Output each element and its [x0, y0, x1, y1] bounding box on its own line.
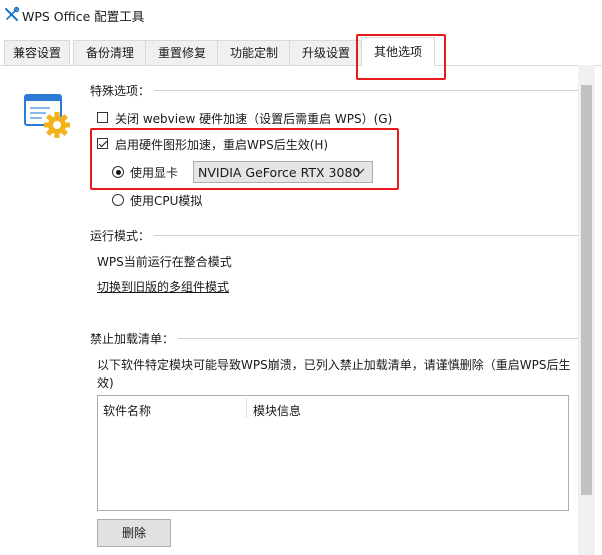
divider	[90, 90, 578, 91]
hw-accel-label: 启用硬件图形加速，重启WPS后生效(H)	[115, 138, 329, 152]
blocklist-listbox[interactable]: 软件名称 模块信息	[97, 395, 569, 511]
gpu-select[interactable]: NVIDIA GeForce RTX 3080	[193, 161, 373, 183]
cpu-label: 使用CPU模拟	[130, 194, 203, 208]
webview-checkbox[interactable]	[97, 112, 108, 123]
webview-label: 关闭 webview 硬件加速（设置后需重启 WPS）(G)	[115, 112, 393, 126]
window-title: WPS Office 配置工具	[22, 9, 145, 24]
special-options-title: 特殊选项：	[90, 82, 155, 99]
hw-accel-checkbox[interactable]	[97, 138, 108, 149]
delete-button[interactable]: 删除	[97, 519, 171, 547]
blocklist-desc-line2: 效)	[97, 376, 114, 390]
wrench-cross-icon	[5, 6, 20, 21]
tab-strip: 兼容设置 备份清理 重置修复 功能定制 升级设置 其他选项	[0, 37, 602, 66]
column-divider	[246, 398, 247, 418]
blocklist-desc-line1: 以下软件特定模块可能导致WPS崩溃，已列入禁止加载清单，请谨慎删除（重启WPS后…	[97, 358, 571, 372]
tab-reset[interactable]: 重置修复	[145, 40, 219, 65]
switch-mode-link[interactable]: 切换到旧版的多组件模式	[97, 278, 229, 295]
cpu-radio[interactable]	[112, 194, 124, 206]
tab-custom[interactable]: 功能定制	[217, 40, 291, 65]
scrollbar-thumb[interactable]	[581, 85, 592, 495]
run-mode-title: 运行模式：	[90, 227, 155, 244]
gpu-select-value: NVIDIA GeForce RTX 3080	[198, 165, 361, 180]
gpu-label: 使用显卡	[130, 166, 179, 180]
gpu-radio[interactable]	[112, 166, 124, 178]
tab-upgrade[interactable]: 升级设置	[289, 40, 363, 65]
column-header-module[interactable]: 模块信息	[253, 402, 301, 419]
divider	[90, 235, 578, 236]
run-mode-status: WPS当前运行在整合模式	[97, 255, 232, 269]
blocklist-title: 禁止加载清单：	[90, 330, 179, 347]
settings-window-gear-icon	[24, 94, 70, 138]
title-bar: WPS Office 配置工具	[0, 0, 602, 28]
column-header-software[interactable]: 软件名称	[103, 402, 151, 419]
tab-backup[interactable]: 备份清理	[73, 40, 147, 65]
tab-other[interactable]: 其他选项	[361, 37, 435, 66]
chevron-down-icon	[355, 168, 365, 174]
tab-compat[interactable]: 兼容设置	[4, 40, 70, 65]
